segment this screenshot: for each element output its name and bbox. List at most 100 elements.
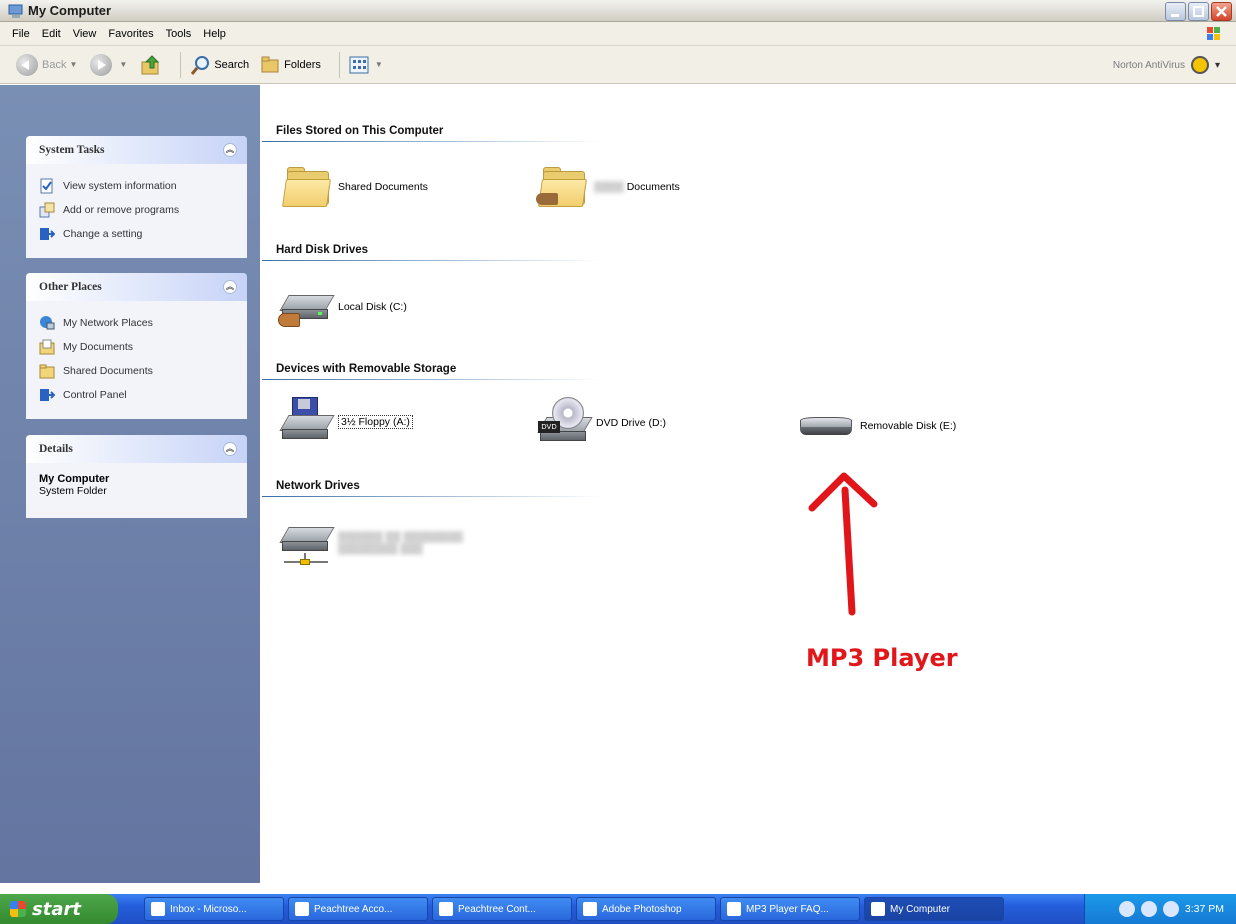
- chevron-down-icon: ▼: [69, 60, 78, 69]
- system-tasks-header[interactable]: System Tasks ︽: [26, 136, 247, 164]
- taskbar-item-peachtree-cont[interactable]: Peachtree Cont...: [432, 897, 572, 921]
- mp3-player-annotation: MP3 Player: [806, 644, 958, 672]
- collapse-icon[interactable]: ︽: [223, 442, 237, 456]
- toolbar: Back ▼ ▼ Search Folders ▼: [0, 46, 1236, 84]
- shared-documents-icon: [39, 363, 55, 379]
- norton-antivirus-toolbar[interactable]: Norton AntiVirus ▾: [1113, 56, 1220, 74]
- menu-edit[interactable]: Edit: [36, 28, 67, 40]
- search-button[interactable]: Search: [189, 54, 249, 76]
- forward-button[interactable]: ▼: [90, 53, 130, 76]
- taskbar-item-my-computer[interactable]: My Computer: [864, 897, 1004, 921]
- add-remove-programs-icon: [39, 202, 55, 218]
- peachtree-icon: [439, 902, 453, 916]
- my-documents-icon: [39, 339, 55, 355]
- place-label: My Network Places: [63, 317, 153, 329]
- task-view-system-information[interactable]: View system information: [39, 174, 235, 198]
- collapse-icon[interactable]: ︽: [223, 280, 237, 294]
- title-bar[interactable]: My Computer: [0, 0, 1236, 22]
- group-removable-storage: Devices with Removable Storage: [276, 363, 457, 375]
- item-label: Local Disk (C:): [338, 301, 407, 313]
- group-network-drives: Network Drives: [276, 480, 360, 492]
- tray-icon[interactable]: [1162, 901, 1179, 917]
- group-divider: [262, 260, 602, 261]
- item-label: DVD Drive (D:): [596, 417, 666, 429]
- task-add-remove-programs[interactable]: Add or remove programs: [39, 198, 235, 222]
- details-name: My Computer: [39, 473, 110, 485]
- removable-disk-e-item[interactable]: Removable Disk (E:): [798, 411, 956, 441]
- other-places-header[interactable]: Other Places ︽: [26, 273, 247, 301]
- folders-button[interactable]: Folders: [259, 54, 321, 76]
- hard-drive-icon: [278, 285, 335, 329]
- network-drive-item[interactable]: ▒▒▒▒▒▒ ▒▒ ▒▒▒▒▒▒▒▒ ▒▒▒▒▒▒▒▒ ▒▒▒: [279, 517, 463, 569]
- network-drive-icon: [279, 517, 335, 569]
- menu-file[interactable]: File: [6, 28, 36, 40]
- place-shared-documents[interactable]: Shared Documents: [39, 359, 235, 383]
- clock[interactable]: 3:37 PM: [1185, 903, 1224, 915]
- group-hard-disk-drives: Hard Disk Drives: [276, 244, 369, 256]
- dvd-drive-icon: DVD: [537, 397, 593, 449]
- place-my-documents[interactable]: My Documents: [39, 335, 235, 359]
- shared-documents-item[interactable]: Shared Documents: [282, 167, 428, 207]
- taskbar-item-photoshop[interactable]: Adobe Photoshop: [576, 897, 716, 921]
- group-divider: [262, 141, 602, 142]
- annotation-arrow: [808, 472, 878, 616]
- place-my-network-places[interactable]: My Network Places: [39, 311, 235, 335]
- user-documents-item[interactable]: ▒▒▒▒ Documents: [536, 167, 680, 207]
- item-label: Shared Documents: [338, 181, 428, 193]
- back-arrow-icon: [16, 53, 38, 76]
- menu-tools[interactable]: Tools: [160, 28, 198, 40]
- chevron-down-icon: ▾: [1214, 59, 1220, 71]
- windows-flag-icon: [10, 901, 26, 917]
- norton-label: Norton AntiVirus: [1112, 59, 1185, 71]
- local-disk-c-item[interactable]: Local Disk (C:): [278, 285, 407, 329]
- panel-title: Other Places: [39, 281, 102, 293]
- panel-title: System Tasks: [39, 144, 105, 156]
- toolbar-separator: [338, 51, 340, 78]
- task-label: View system information: [63, 180, 177, 192]
- start-button[interactable]: start: [0, 894, 118, 924]
- window-title: My Computer: [28, 3, 112, 18]
- tray-icon[interactable]: [1118, 901, 1135, 917]
- control-panel-icon: [39, 226, 56, 242]
- taskbar-item-inbox[interactable]: Inbox - Microso...: [144, 897, 284, 921]
- item-label: 3½ Floppy (A:): [338, 415, 413, 429]
- place-label: Shared Documents: [63, 365, 153, 377]
- toolbar-separator: [180, 51, 182, 78]
- menu-favorites[interactable]: Favorites: [102, 28, 159, 40]
- menu-bar: File Edit View Favorites Tools Help: [0, 22, 1236, 46]
- panel-title: Details: [39, 443, 73, 455]
- taskbar-item-mp3-faq[interactable]: MP3 Player FAQ...: [720, 897, 860, 921]
- place-control-panel[interactable]: Control Panel: [39, 383, 235, 407]
- collapse-icon[interactable]: ︽: [223, 143, 237, 157]
- network-places-icon: [39, 315, 55, 331]
- menu-help[interactable]: Help: [197, 28, 232, 40]
- photoshop-icon: [583, 902, 597, 916]
- forward-arrow-icon: [90, 53, 113, 76]
- place-label: Control Panel: [63, 389, 127, 401]
- word-icon: [727, 902, 741, 916]
- task-label: Add or remove programs: [63, 204, 180, 216]
- back-button[interactable]: Back ▼: [16, 53, 80, 76]
- maximize-button[interactable]: [1188, 2, 1209, 21]
- system-tray: 3:37 PM: [1084, 894, 1236, 924]
- item-label: Documents: [626, 181, 680, 193]
- chevron-down-icon: ▼: [119, 60, 128, 69]
- search-label: Search: [214, 58, 250, 71]
- close-button[interactable]: [1211, 2, 1232, 21]
- chevron-down-icon: ▼: [374, 60, 383, 69]
- views-button[interactable]: ▼: [348, 54, 386, 76]
- my-computer-icon: [871, 902, 885, 916]
- item-label: Removable Disk (E:): [860, 420, 957, 432]
- details-header[interactable]: Details ︽: [26, 435, 247, 463]
- task-label: Change a setting: [63, 228, 143, 240]
- other-places-panel: Other Places ︽ My Network Places My Docu…: [26, 273, 247, 419]
- menu-view[interactable]: View: [67, 28, 103, 40]
- tray-icon[interactable]: [1140, 901, 1157, 917]
- group-divider: [262, 379, 602, 380]
- taskbar-item-peachtree-acco[interactable]: Peachtree Acco...: [288, 897, 428, 921]
- minimize-button[interactable]: [1165, 2, 1186, 21]
- up-folder-button[interactable]: [140, 54, 162, 76]
- task-change-setting[interactable]: Change a setting: [39, 222, 235, 246]
- floppy-a-item[interactable]: 3½ Floppy (A:): [279, 397, 413, 447]
- dvd-drive-d-item[interactable]: DVD DVD Drive (D:): [537, 397, 666, 449]
